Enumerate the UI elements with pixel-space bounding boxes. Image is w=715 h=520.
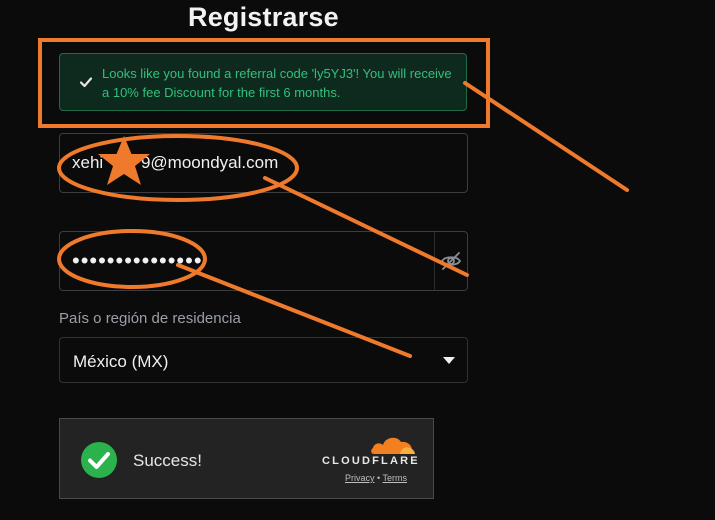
referral-alert: Looks like you found a referral code 'ly… xyxy=(59,53,467,111)
privacy-link[interactable]: Privacy xyxy=(345,473,375,483)
residence-select[interactable]: México (MX) xyxy=(59,337,468,383)
password-field[interactable] xyxy=(60,232,467,290)
captcha-status: Success! xyxy=(133,451,202,470)
eye-off-icon xyxy=(440,252,462,270)
password-field-container xyxy=(59,231,468,291)
link-separator: • xyxy=(377,473,381,483)
email-field-container xyxy=(59,133,468,193)
page-title: Registrarse xyxy=(188,2,339,32)
terms-link[interactable]: Terms xyxy=(383,473,408,483)
caret-down-icon xyxy=(443,357,455,364)
annotation-line xyxy=(463,81,629,192)
email-field[interactable] xyxy=(60,134,467,192)
success-check-icon xyxy=(81,442,117,478)
cloudflare-logo-icon xyxy=(371,437,415,454)
check-icon xyxy=(79,77,93,88)
referral-alert-message: Looks like you found a referral code 'ly… xyxy=(102,66,452,100)
cloudflare-captcha-widget: Success! CLOUDFLARE Privacy • Terms xyxy=(59,418,434,499)
residence-label: País o región de residencia xyxy=(59,310,241,327)
toggle-password-visibility-button[interactable] xyxy=(434,232,467,290)
captcha-links: Privacy • Terms xyxy=(345,473,407,483)
residence-selected-value: México (MX) xyxy=(73,352,169,371)
cloudflare-brand: CLOUDFLARE xyxy=(322,455,420,467)
